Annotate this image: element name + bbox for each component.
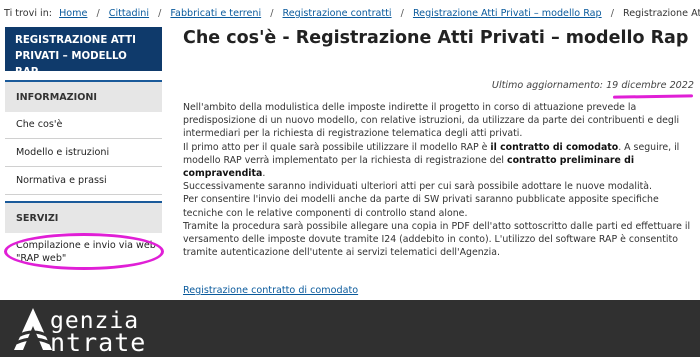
- annotation-underline: [612, 94, 694, 99]
- last-updated-date: 19 dicembre 2022: [606, 80, 694, 91]
- sidebar-section-servizi: SERVIZI: [5, 203, 162, 233]
- comodato-link[interactable]: Registrazione contratto di comodato: [183, 285, 358, 296]
- sidebar-header-line1: REGISTRAZIONE ATTI: [15, 35, 136, 46]
- breadcrumb-item-registrazione-contratti[interactable]: Registrazione contratti: [283, 8, 392, 19]
- agenzia-logo-icon: [14, 308, 52, 350]
- text-span: Il primo atto per il quale sarà possibil…: [183, 141, 491, 153]
- sidebar-item-modello-istruzioni[interactable]: Modello e istruzioni: [5, 139, 162, 167]
- paragraph: Per consentire l'invio dei modelli anche…: [183, 194, 659, 219]
- breadcrumb-current: Registrazione Atti Privati – modello Rap: [623, 8, 700, 19]
- page-title: Che cos'è - Registrazione Atti Privati –…: [183, 28, 689, 48]
- article-body: Nell'ambito della modulistica delle impo…: [183, 101, 691, 259]
- breadcrumb-item-atti-privati[interactable]: Registrazione Atti Privati – modello Rap: [413, 8, 602, 19]
- breadcrumb-separator: /: [270, 8, 274, 19]
- paragraph: Il primo atto per il quale sarà possibil…: [183, 141, 691, 181]
- last-updated: Ultimo aggiornamento: 19 dicembre 2022: [492, 80, 694, 91]
- sidebar-header[interactable]: REGISTRAZIONE ATTI PRIVATI – MODELLO RAP: [5, 27, 162, 78]
- breadcrumb: Ti trovi in: Home / Cittadini / Fabbrica…: [0, 8, 700, 26]
- breadcrumb-separator: /: [610, 8, 614, 19]
- sidebar-item-che-cose[interactable]: Che cos'è: [5, 112, 162, 139]
- breadcrumb-separator: /: [400, 8, 404, 19]
- breadcrumb-prefix: Ti trovi in:: [4, 8, 53, 19]
- text-span: .: [262, 168, 266, 180]
- sidebar-header-line2: PRIVATI – MODELLO RAP: [15, 51, 127, 78]
- annotation-circle: [4, 233, 164, 270]
- sidebar-section-informazioni: INFORMAZIONI: [5, 82, 162, 112]
- breadcrumb-item-cittadini[interactable]: Cittadini: [109, 8, 149, 19]
- breadcrumb-item-home[interactable]: Home: [59, 8, 87, 19]
- paragraph: Tramite la procedura sarà possibile alle…: [183, 220, 691, 259]
- breadcrumb-separator: /: [96, 8, 100, 19]
- paragraph: Nell'ambito della modulistica delle impo…: [183, 102, 680, 140]
- breadcrumb-item-fabbricati[interactable]: Fabbricati e terreni: [170, 8, 261, 19]
- paragraph: Successivamente saranno individuati ulte…: [183, 181, 652, 193]
- sidebar-item-normativa-prassi[interactable]: Normativa e prassi: [5, 167, 162, 195]
- logo-text-entrate: ntrate: [50, 328, 147, 357]
- bold-text: il contratto di comodato: [490, 141, 619, 153]
- breadcrumb-separator: /: [158, 8, 162, 19]
- last-updated-label: Ultimo aggiornamento:: [491, 80, 603, 91]
